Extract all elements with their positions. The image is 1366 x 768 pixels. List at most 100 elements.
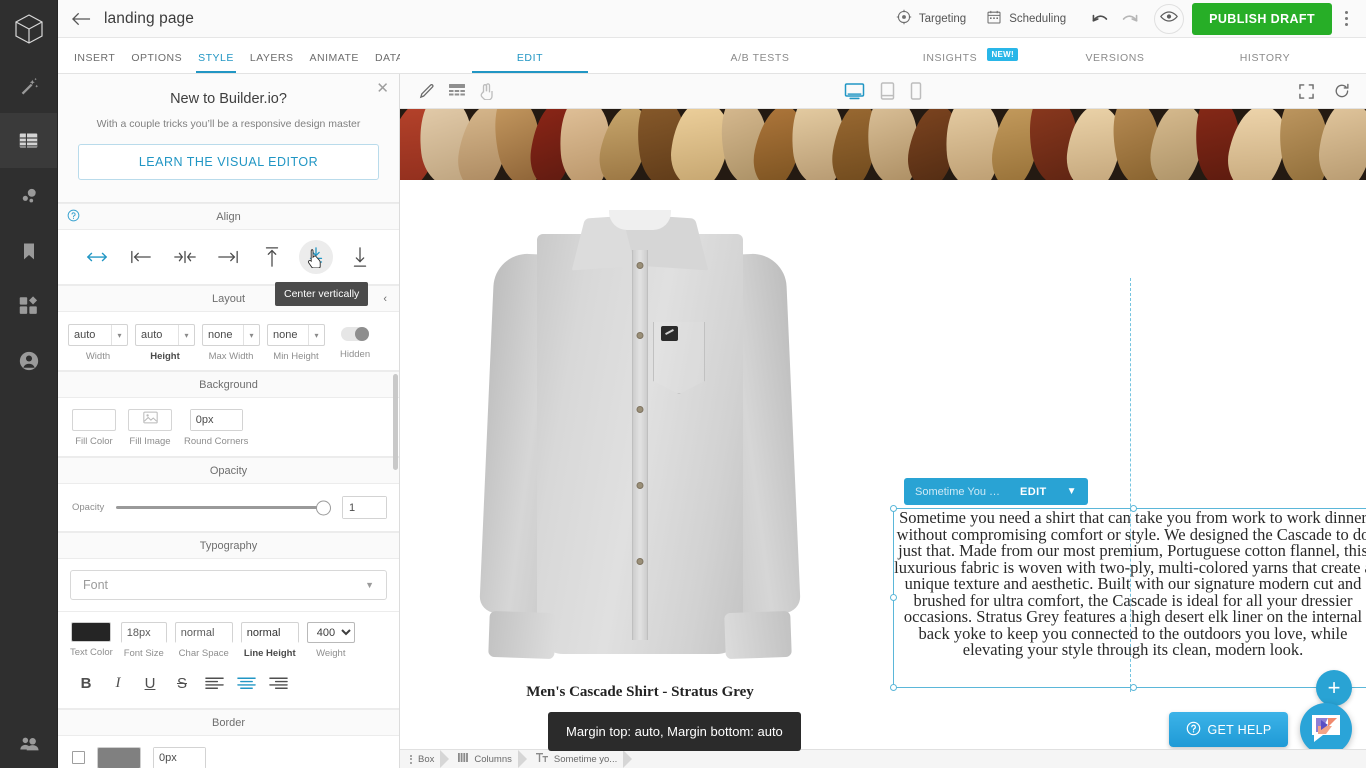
selected-element-toolbar[interactable]: Sometime You … EDIT ▼	[904, 478, 1088, 505]
help-icon[interactable]	[67, 209, 80, 225]
tab-insert[interactable]: INSERT	[66, 52, 123, 73]
strikethrough-button[interactable]: S	[166, 670, 198, 696]
sidebar-item-account[interactable]	[0, 333, 57, 388]
width-dropdown-icon[interactable]: ▾	[111, 325, 127, 345]
center-vertically-button[interactable]	[299, 240, 333, 274]
font-placeholder: Font	[83, 578, 108, 592]
sidebar-item-content-table[interactable]	[0, 113, 57, 168]
min-height-dropdown-icon[interactable]: ▾	[308, 325, 324, 345]
margin-tooltip: Margin top: auto, Margin bottom: auto	[548, 712, 801, 751]
align-right-button[interactable]	[211, 240, 245, 274]
chevron-down-icon[interactable]: ▼	[1067, 486, 1077, 497]
border-size-input[interactable]	[154, 748, 205, 768]
chat-bubble-icon[interactable]	[1300, 703, 1352, 755]
redo-icon[interactable]	[1121, 11, 1140, 27]
layout-blocks-icon[interactable]	[449, 84, 465, 98]
hidden-toggle[interactable]	[341, 327, 369, 341]
italic-button[interactable]: I	[102, 670, 134, 696]
tab-style[interactable]: STYLE	[190, 52, 242, 73]
sidebar-item-models[interactable]	[0, 168, 57, 223]
chevron-down-icon[interactable]: ▼	[365, 580, 374, 590]
text-align-right-button[interactable]	[262, 670, 294, 696]
text-align-center-button[interactable]	[230, 670, 262, 696]
promo-subtitle: With a couple tricks you’ll be a respons…	[78, 118, 379, 130]
tablet-icon[interactable]	[881, 82, 895, 100]
sidebar-item-integrations[interactable]	[0, 278, 57, 333]
border-enable-checkbox[interactable]	[72, 751, 85, 764]
sidebar-item-magic-wand[interactable]	[0, 58, 57, 113]
slider-knob[interactable]	[316, 500, 331, 515]
close-icon[interactable]: ✕	[376, 81, 389, 96]
publish-draft-button[interactable]: PUBLISH DRAFT	[1192, 3, 1332, 35]
text-align-left-button[interactable]	[198, 670, 230, 696]
chevron-left-icon[interactable]: ‹	[383, 293, 387, 305]
desktop-icon[interactable]	[845, 83, 865, 100]
tab-history[interactable]: HISTORY	[1190, 52, 1340, 73]
back-arrow-icon[interactable]	[58, 11, 104, 27]
align-top-button[interactable]	[255, 240, 289, 274]
tab-ab-tests[interactable]: A/B TESTS	[660, 52, 860, 73]
calendar-icon	[986, 9, 1002, 28]
line-height-input[interactable]	[242, 624, 298, 643]
tab-layers[interactable]: LAYERS	[242, 52, 302, 73]
text-color-swatch[interactable]	[71, 622, 111, 642]
underline-button[interactable]: U	[134, 670, 166, 696]
stretch-horizontally-button[interactable]	[80, 240, 114, 274]
description-text-block[interactable]: Sometime you need a shirt that can take …	[893, 510, 1366, 659]
breadcrumb-item-columns[interactable]: Columns	[448, 750, 526, 768]
kebab-menu-icon[interactable]	[1332, 11, 1360, 26]
opacity-value-input[interactable]	[343, 497, 386, 518]
breadcrumb-item-text[interactable]: Sometime yo...	[526, 750, 631, 768]
fill-image-button[interactable]	[128, 409, 172, 431]
hand-touch-icon[interactable]	[479, 83, 494, 100]
sidebar-item-people[interactable]	[0, 734, 58, 754]
bold-button[interactable]: B	[70, 670, 102, 696]
scheduling-button[interactable]: Scheduling	[976, 9, 1076, 28]
fullscreen-icon[interactable]	[1299, 84, 1314, 99]
cube-logo-icon[interactable]	[0, 0, 57, 58]
round-corners-input[interactable]	[191, 410, 242, 430]
align-bottom-button[interactable]	[343, 240, 377, 274]
mobile-icon[interactable]	[911, 82, 922, 100]
tab-options[interactable]: OPTIONS	[123, 52, 190, 73]
pencil-icon[interactable]	[418, 83, 435, 100]
tab-insights-label: INSIGHTS	[923, 52, 977, 64]
opacity-slider[interactable]	[116, 501, 330, 515]
char-space-input[interactable]	[176, 624, 232, 643]
undo-icon[interactable]	[1090, 11, 1109, 27]
text-color-field: Text Color	[70, 622, 113, 658]
height-dropdown-icon[interactable]: ▾	[178, 325, 194, 345]
tab-animate[interactable]: ANIMATE	[302, 52, 367, 73]
border-color-swatch[interactable]	[97, 747, 141, 768]
height-input[interactable]	[136, 325, 178, 345]
style-panel-scrollbar[interactable]	[393, 374, 398, 470]
preview-button[interactable]	[1154, 4, 1184, 34]
breadcrumb-item-box[interactable]: Box	[400, 750, 448, 768]
width-input[interactable]	[69, 325, 111, 345]
reload-icon[interactable]	[1334, 83, 1350, 99]
hero-banner-image[interactable]	[400, 109, 1366, 180]
max-width-dropdown-icon[interactable]: ▾	[243, 325, 259, 345]
sidebar-item-bookmarks[interactable]	[0, 223, 57, 278]
question-circle-icon	[1186, 721, 1201, 739]
tab-edit[interactable]: EDIT	[400, 52, 660, 73]
fill-color-swatch[interactable]	[72, 409, 116, 431]
fill-image-label: Fill Image	[129, 436, 170, 447]
targeting-button[interactable]: Targeting	[886, 9, 976, 28]
product-image[interactable]	[475, 210, 805, 680]
center-horizontally-button[interactable]	[168, 240, 202, 274]
min-height-input[interactable]	[268, 325, 308, 345]
learn-visual-editor-button[interactable]: LEARN THE VISUAL EDITOR	[78, 144, 379, 180]
product-block[interactable]: Men's Cascade Shirt - Stratus Grey	[430, 210, 850, 701]
font-select[interactable]: Font ▼	[70, 570, 387, 600]
tab-versions[interactable]: VERSIONS	[1040, 52, 1190, 73]
max-width-input[interactable]	[203, 325, 243, 345]
get-help-button[interactable]: GET HELP	[1169, 712, 1288, 747]
page-canvas[interactable]: Men's Cascade Shirt - Stratus Grey Somet…	[400, 109, 1366, 749]
font-size-input[interactable]	[122, 624, 166, 643]
add-block-button[interactable]: +	[1316, 670, 1352, 706]
tab-insights[interactable]: INSIGHTS NEW!	[860, 52, 1040, 73]
edit-label[interactable]: EDIT	[1020, 486, 1047, 498]
font-weight-select[interactable]: 400	[307, 622, 355, 643]
align-left-button[interactable]	[124, 240, 158, 274]
